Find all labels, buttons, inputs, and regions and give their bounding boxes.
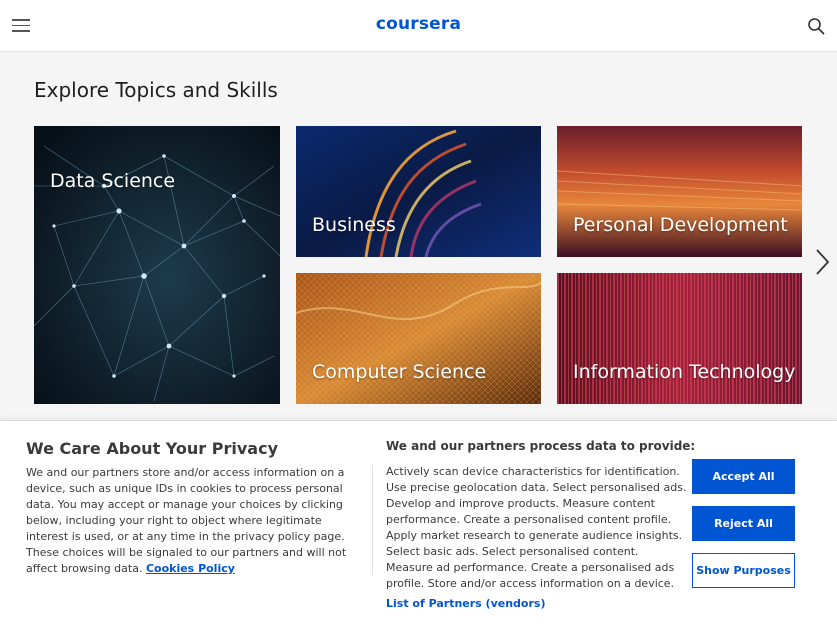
coursera-logo[interactable]: coursera bbox=[0, 14, 837, 34]
privacy-body: We and our partners store and/or access … bbox=[26, 465, 362, 577]
search-icon[interactable] bbox=[807, 17, 825, 35]
reject-all-button[interactable]: Reject All bbox=[692, 506, 795, 541]
privacy-consent-banner: We Care About Your Privacy We and our pa… bbox=[0, 420, 837, 628]
business-background-image bbox=[296, 126, 541, 257]
topic-tile-data-science[interactable]: Data Science bbox=[34, 126, 280, 404]
topic-label: Computer Science bbox=[312, 361, 487, 383]
purposes-title: We and our partners process data to prov… bbox=[386, 439, 696, 453]
privacy-title: We Care About Your Privacy bbox=[26, 439, 278, 458]
topic-label: Data Science bbox=[50, 170, 176, 192]
topic-tile-personal-development[interactable]: Personal Development bbox=[557, 126, 802, 257]
show-purposes-button[interactable]: Show Purposes bbox=[692, 553, 795, 588]
chevron-right-icon[interactable] bbox=[812, 248, 832, 276]
topic-label: Information Technology bbox=[573, 361, 796, 383]
top-header: coursera bbox=[0, 0, 837, 52]
information-technology-background-image bbox=[557, 273, 802, 404]
accept-all-button[interactable]: Accept All bbox=[692, 459, 795, 494]
topic-tile-computer-science[interactable]: Computer Science bbox=[296, 273, 541, 404]
purposes-text: Actively scan device characteristics for… bbox=[386, 465, 687, 590]
personal-development-background-image bbox=[557, 126, 802, 257]
topic-label: Business bbox=[312, 214, 396, 236]
computer-science-background-image bbox=[296, 273, 541, 404]
section-title: Explore Topics and Skills bbox=[34, 78, 278, 102]
topic-tile-information-technology[interactable]: Information Technology bbox=[557, 273, 802, 404]
topic-label: Personal Development bbox=[573, 214, 788, 236]
privacy-body-text: We and our partners store and/or access … bbox=[26, 466, 347, 575]
partners-list-link[interactable]: List of Partners (vendors) bbox=[386, 597, 545, 610]
vertical-divider bbox=[372, 465, 373, 575]
network-background-image bbox=[34, 126, 280, 404]
topic-tile-business[interactable]: Business bbox=[296, 126, 541, 257]
cookies-policy-link[interactable]: Cookies Policy bbox=[146, 562, 235, 575]
